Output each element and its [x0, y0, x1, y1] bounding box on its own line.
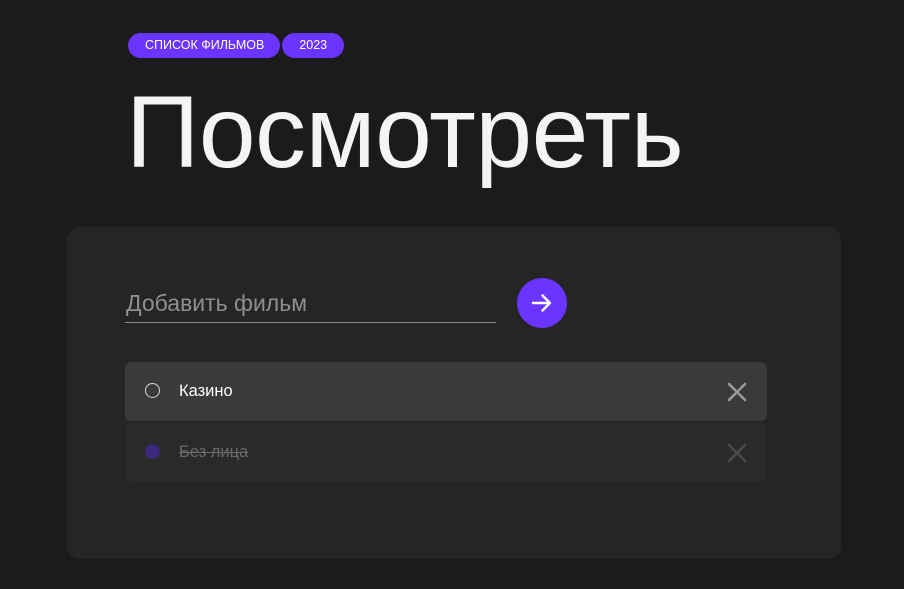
watchlist-page: СПИСОК ФИЛЬМОВ 2023 Посмотреть Казино Бе…: [0, 0, 904, 589]
watchlist-card: Казино Без лица: [67, 227, 841, 559]
watched-checkbox[interactable]: [145, 444, 160, 459]
movie-title: Без лица: [179, 443, 249, 461]
movie-title: Казино: [179, 382, 233, 400]
list-item: Казино: [125, 362, 767, 421]
tag-year: 2023: [282, 33, 345, 58]
add-movie-input[interactable]: [125, 275, 496, 322]
header-tags: СПИСОК ФИЛЬМОВ 2023: [128, 33, 345, 58]
close-icon[interactable]: [726, 442, 748, 464]
tag-movie-list: СПИСОК ФИЛЬМОВ: [128, 33, 281, 58]
arrow-right-icon: [531, 294, 552, 312]
page-title: Посмотреть: [126, 75, 684, 189]
add-movie-field: [125, 275, 496, 323]
add-movie-button[interactable]: [517, 278, 567, 328]
list-item: Без лица: [125, 423, 767, 482]
close-icon[interactable]: [726, 381, 748, 403]
watched-checkbox[interactable]: [145, 383, 160, 398]
